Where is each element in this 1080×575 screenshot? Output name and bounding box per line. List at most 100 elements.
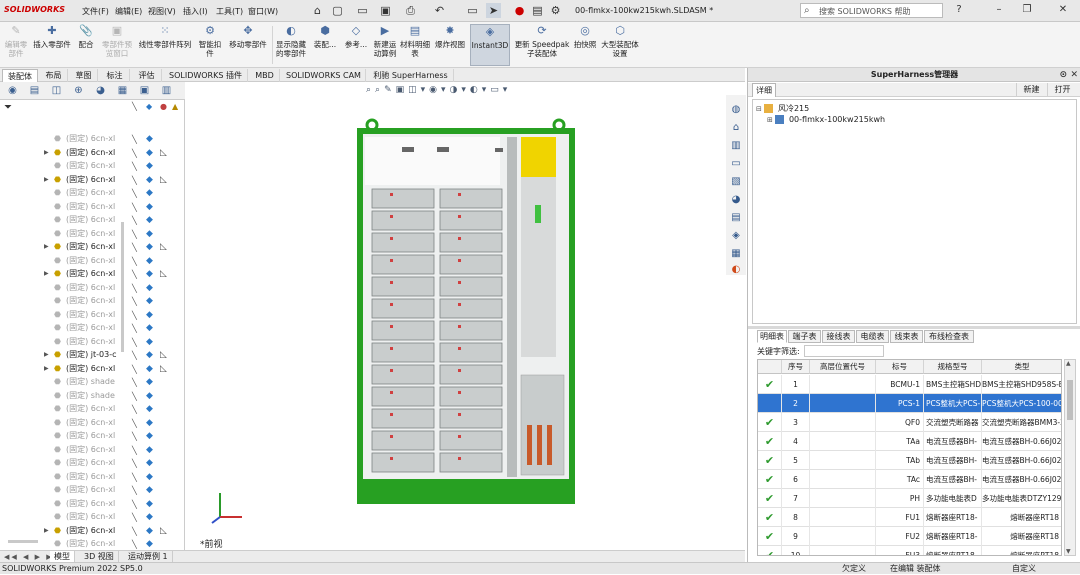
menu-edit[interactable]: 编辑(E) <box>115 6 142 17</box>
column-header[interactable]: 序号 <box>782 360 810 374</box>
tree-node-root[interactable]: ⊟ 风冷215 <box>756 103 809 114</box>
tree-item[interactable]: ⬣ (固定) 6cn-xl ╲ ◆ <box>0 294 185 307</box>
expand-arrow-icon[interactable]: ▶ <box>44 267 49 280</box>
tree-item[interactable]: ⬣ (固定) shade ╲ ◆ <box>0 375 185 388</box>
table-row[interactable]: ✔ 6 TAc 电流互感器BH- 电流互感器BH-0.66J020 <box>758 470 1061 489</box>
move-component-button[interactable]: ✥ 移动零部件 <box>226 24 270 66</box>
column-header[interactable]: 高层位置代号 <box>810 360 876 374</box>
open-folder-icon[interactable]: ▭ <box>355 3 370 18</box>
restore-icon[interactable]: ❐ <box>1018 2 1036 18</box>
display-manager-tab-icon[interactable]: ◕ <box>92 84 109 98</box>
feature-tree-tab-icon[interactable]: ◉ <box>4 84 21 98</box>
traffic-light-icon[interactable]: ● <box>512 3 527 18</box>
tree-item[interactable]: ⬣ (固定) 6cn-xl ╲ ◆ <box>0 200 185 213</box>
table-row[interactable]: ✔ 10 FU3 熔断器座RT18- 熔断器座RT18 <box>758 546 1061 555</box>
config-manager-tab-icon[interactable]: ◫ <box>48 84 65 98</box>
tree-item[interactable]: ▶ ⬣ (固定) 6cn-xl ╲ ◆ ◺ <box>0 173 185 186</box>
save-icon[interactable]: ▣ <box>378 3 393 18</box>
new-document-icon[interactable]: ▢ <box>330 3 345 18</box>
select-cursor-icon[interactable]: ➤ <box>486 3 501 18</box>
tree-item[interactable]: ⬣ (固定) 6cn-xl ╲ ◆ <box>0 132 185 145</box>
tree-item[interactable]: ⬣ (固定) 6cn-xl ╲ ◆ <box>0 281 185 294</box>
tree-item[interactable]: ⬣ (固定) 6cn-xl ╲ ◆ <box>0 537 185 550</box>
tab-evaluate[interactable]: 评估 <box>132 69 162 82</box>
table-row[interactable]: ✔7 PH多功能电能表D多功能电能表DTZY1296-Z3X3 <box>758 489 1061 508</box>
column-header[interactable]: 规格型号 <box>924 360 982 374</box>
tree-item[interactable]: ⬣ (固定) 6cn-xl ╲ ◆ <box>0 497 185 510</box>
tab-terminals[interactable]: 端子表 <box>788 330 821 343</box>
undo-icon[interactable]: ↶ <box>432 3 447 18</box>
design-library-icon[interactable]: ▥ <box>729 139 743 153</box>
tree-item[interactable]: ▶ ⬣ (固定) jt-03-c ╲ ◆ ◺ <box>0 348 185 361</box>
file-explorer-icon[interactable]: ▭ <box>729 157 743 171</box>
toolbox-icon[interactable]: ▦ <box>729 247 743 261</box>
tree-item[interactable]: ⬣ (固定) 6cn-xl ╲ ◆ <box>0 335 185 348</box>
tree-item[interactable]: ⬣ (固定) 6cn-xl ╲ ◆ <box>0 321 185 334</box>
cabinet-model[interactable] <box>345 115 585 505</box>
tab-sketch[interactable]: 草图 <box>70 69 98 82</box>
tree-item[interactable]: ⬣ (固定) 6cn-xl ╲ ◆ <box>0 159 185 172</box>
property-manager-tab-icon[interactable]: ▤ <box>26 84 43 98</box>
tab-bom[interactable]: 明细表 <box>757 330 787 343</box>
expand-arrow-icon[interactable]: ▶ <box>44 524 49 537</box>
grid-scrollbar[interactable]: ▲ ▼ <box>1064 359 1076 556</box>
tree-item[interactable]: ⬣ (固定) 6cn-xl ╲ ◆ <box>0 254 185 267</box>
tab-mbd[interactable]: MBD <box>250 69 280 82</box>
new-project-button[interactable]: 新建 <box>1016 83 1046 97</box>
tab-cables[interactable]: 电缆表 <box>856 330 889 343</box>
table-row[interactable]: ✔ 4 TAa 电流互感器BH- 电流互感器BH-0.66J020 <box>758 432 1061 451</box>
open-project-button[interactable]: 打开 <box>1047 83 1077 97</box>
home-pane-icon[interactable]: ⌂ <box>729 121 743 135</box>
assembly-features-button[interactable]: ⬢ 装配... <box>310 24 340 66</box>
tree-item[interactable]: ⬣ (固定) 6cn-xl ╲ ◆ <box>0 186 185 199</box>
linear-pattern-button[interactable]: ⁙ 线性零部件阵列 <box>136 24 194 66</box>
tab-assembly[interactable]: 装配体 <box>2 69 38 82</box>
tree-item[interactable]: ▶ ⬣ (固定) 6cn-xl ╲ ◆ ◺ <box>0 362 185 375</box>
expand-arrow-icon[interactable]: ▶ <box>44 362 49 375</box>
tree-horizontal-scrollbar[interactable] <box>8 540 38 543</box>
tree-item[interactable]: ⬣ (固定) shade ╲ ◆ <box>0 389 185 402</box>
tree-item[interactable]: ▶ ⬣ (固定) 6cn-xl ╲ ◆ ◺ <box>0 267 185 280</box>
table-row[interactable]: ✔ 8 FU1 熔断器座RT18- 熔断器座RT18 <box>758 508 1061 527</box>
tree-vertical-scrollbar[interactable] <box>121 222 124 352</box>
tab-routing-check[interactable]: 布线检查表 <box>924 330 974 343</box>
update-speedpak-button[interactable]: ⟳ 更新 Speedpak 子装配体 <box>514 24 570 66</box>
filter-input[interactable] <box>804 345 884 357</box>
cam-tab-icon[interactable]: ▦ <box>114 84 131 98</box>
table-row[interactable]: ✔ 5 TAb 电流互感器BH- 电流互感器BH-0.66J020 <box>758 451 1061 470</box>
take-snapshot-button[interactable]: ◎ 拍快照 <box>572 24 598 66</box>
superharness-tab-icon[interactable]: ▣ <box>136 84 153 98</box>
close-panel-icon[interactable]: ✕ <box>1070 68 1078 82</box>
tree-item[interactable]: ▶ ⬣ (固定) 6cn-xl ╲ ◆ ◺ <box>0 146 185 159</box>
tree-item[interactable]: ⬣ (固定) 6cn-xl ╲ ◆ <box>0 456 185 469</box>
tree-item[interactable]: ▶ ⬣ (固定) 6cn-xl ╲ ◆ ◺ <box>0 524 185 537</box>
unit-system[interactable]: 自定义 <box>1012 563 1036 575</box>
menu-insert[interactable]: 插入(I) <box>183 6 208 17</box>
tree-item[interactable]: ⬣ (固定) 6cn-xl ╲ ◆ <box>0 227 185 240</box>
insert-component-button[interactable]: ✚ 插入零部件 <box>32 24 72 66</box>
menu-tools[interactable]: 工具(T) <box>216 6 243 17</box>
tree-item[interactable]: ⬣ (固定) 6cn-xl ╲ ◆ <box>0 483 185 496</box>
close-icon[interactable]: ✕ <box>1054 2 1072 18</box>
tab-layout[interactable]: 布局 <box>40 69 68 82</box>
tab-wiring[interactable]: 接线表 <box>822 330 855 343</box>
view-palette-icon[interactable]: ▧ <box>729 175 743 189</box>
tree-item[interactable]: ⬣ (固定) 6cn-xl ╲ ◆ <box>0 470 185 483</box>
tree-item[interactable]: ▶ ⬣ (固定) 6cn-xl ╲ ◆ ◺ <box>0 240 185 253</box>
menu-view[interactable]: 视图(V) <box>148 6 176 17</box>
custom-properties-icon[interactable]: ▤ <box>729 211 743 225</box>
tab-harness[interactable]: 线束表 <box>890 330 923 343</box>
menu-file[interactable]: 文件(F) <box>82 6 109 17</box>
tree-item[interactable]: ⬣ (固定) 6cn-xl ╲ ◆ <box>0 402 185 415</box>
superharness-pane-icon[interactable]: ◐ <box>729 263 743 277</box>
help-search-input[interactable]: ⌕ 搜索 SOLIDWORKS 帮助 <box>800 3 943 18</box>
show-hidden-components-button[interactable]: ◐ 显示隐藏的零部件 <box>274 24 308 66</box>
expand-arrow-icon[interactable]: ▶ <box>44 240 49 253</box>
tab-overflow-icon[interactable]: ▥ <box>158 84 175 98</box>
column-header[interactable]: 类型 <box>982 360 1061 374</box>
tree-item[interactable]: ⬣ (固定) 6cn-xl ╲ ◆ <box>0 308 185 321</box>
options-gear-icon[interactable]: ⚙ <box>548 3 563 18</box>
component-preview-button[interactable]: ▣ 零部件预览窗口 <box>100 24 134 66</box>
scroll-down-icon[interactable]: ▼ <box>1066 548 1071 555</box>
tree-node-assembly[interactable]: ⊞ 00-flmkx-100kw215kwh <box>767 115 885 124</box>
